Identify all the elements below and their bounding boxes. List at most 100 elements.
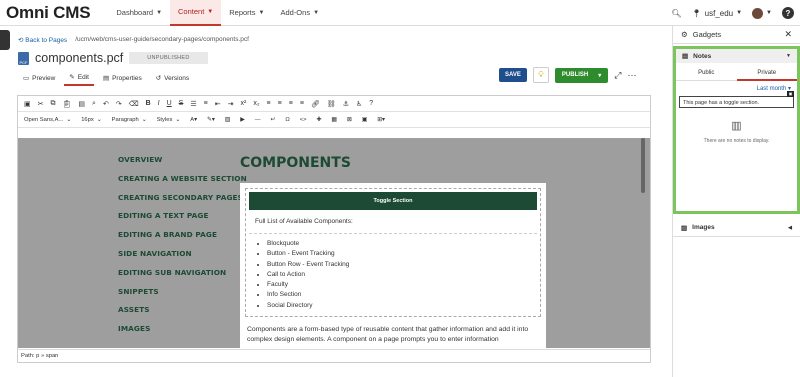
block-format-value: Paragraph [111,116,139,123]
help-icon[interactable]: ? [369,100,373,107]
close-icon[interactable]: ✕ [784,29,792,40]
image-icon[interactable]: ▨ [225,117,230,123]
sidenav-item[interactable]: ASSETS [118,305,247,314]
tab-public[interactable]: Public [676,67,737,81]
special-char-icon[interactable]: Ω [285,117,289,123]
images-gadget-header[interactable]: ▨ Images ◀ [673,219,800,237]
sidenav-item[interactable]: CREATING A WEBSITE SECTION [118,174,247,183]
strikethrough-icon[interactable]: S [179,100,184,107]
sidenav-item[interactable]: EDITING SUB NAVIGATION [118,268,247,277]
unlink-icon[interactable]: ⛓ [327,100,336,108]
font-size-select[interactable]: 16px ⌄ [81,117,101,123]
save-button[interactable]: SAVE [499,68,527,82]
italic-icon[interactable]: I [158,100,160,107]
media-icon[interactable]: ▶ [240,117,244,123]
list-item: Info Section [267,290,531,300]
back-to-pages-link[interactable]: ⟲ Back to Pages [18,36,67,44]
numbered-list-icon[interactable]: ≡ [204,100,208,107]
block-format-select[interactable]: Paragraph ⌄ [112,117,147,123]
site-selector[interactable]: 📍︎ usf_edu ▼ [691,9,742,18]
subscript-icon[interactable]: x₂ [253,100,259,107]
tab-edit[interactable]: ✎ Edit [64,70,94,86]
align-center-icon[interactable]: ≡ [278,100,282,107]
nav-dashboard-label: Dashboard [116,8,154,17]
tab-versions[interactable]: ↺ Versions [151,70,194,86]
list-item: Blockquote [267,239,531,249]
sidenav-item[interactable]: OVERVIEW [118,155,247,164]
publish-button[interactable]: PUBLISH ▾ [554,67,609,83]
help-icon[interactable]: ? [782,7,794,19]
search-icon[interactable]: 🔍︎ [671,9,681,18]
toggle-heading[interactable]: Toggle Section [249,192,537,210]
notes-gadget: ▤ Notes ▼ Public Private Last month ▾ Th… [673,46,800,214]
left-panel-toggle[interactable] [0,30,10,50]
paste-icon[interactable]: 📋︎ [63,100,72,108]
app-logo[interactable]: Omni CMS [6,3,91,23]
styles-select[interactable]: Styles ⌄ [157,117,181,123]
highlight-icon[interactable]: ✎▾ [207,117,215,123]
more-icon[interactable]: ⋯ [627,70,636,81]
sidenav-item[interactable]: EDITING A BRAND PAGE [118,230,247,239]
topbar-right: 🔍︎ 📍︎ usf_edu ▼ ▼ ? [671,0,794,26]
paste-text-icon[interactable]: ▤ [78,100,85,108]
sidenav-item[interactable]: EDITING A TEXT PAGE [118,211,247,220]
superscript-icon[interactable]: x² [240,100,246,107]
sidenav-item[interactable]: SIDE NAVIGATION [118,249,247,258]
component-icon[interactable]: ✚ [317,117,322,123]
link-icon[interactable]: 🔗︎ [311,100,320,108]
accessibility-icon[interactable]: ♿︎ [356,100,362,108]
clear-format-icon[interactable]: ⌫ [129,100,139,108]
text-color-icon[interactable]: A▾ [190,117,197,123]
date-filter[interactable]: Last month ▾ [676,81,797,92]
nav-addons[interactable]: Add-Ons ▼ [272,0,327,26]
nav-dashboard[interactable]: Dashboard ▼ [108,0,170,26]
chevron-down-icon: ▼ [258,9,265,16]
body-paragraph: Components are a form-based type of reus… [247,326,529,344]
nav-reports[interactable]: Reports ▼ [221,0,272,26]
cut-icon[interactable]: ✂ [38,100,44,108]
align-left-icon[interactable]: ≡ [267,100,271,107]
line-break-icon[interactable]: ↵ [271,117,276,123]
source-code-icon[interactable]: <> [300,117,307,123]
note-input[interactable]: This page has a toggle section. ▣ [679,91,794,108]
tab-properties[interactable]: ▤ Properties [98,70,147,86]
nav-content[interactable]: Content ▼ [170,0,222,26]
lightbulb-icon[interactable]: 💡︎ [532,67,549,83]
anchor-icon[interactable]: ⚓︎ [343,100,349,108]
tab-preview[interactable]: ▭ Preview [18,70,60,86]
font-family-select[interactable]: Open Sans,A... ⌄ [24,117,71,123]
tab-private[interactable]: Private [736,67,797,81]
save-note-icon[interactable]: ▣ [787,91,794,97]
expand-icon[interactable]: ⤢ [614,70,621,81]
editor-scrollbar[interactable] [641,138,645,193]
caret-down-icon: ▼ [786,53,791,59]
user-menu[interactable]: ▼ [752,7,772,19]
editor-canvas[interactable]: OVERVIEW CREATING A WEBSITE SECTION CREA… [18,138,650,348]
redo-icon[interactable]: ↷ [116,100,122,108]
table-icon[interactable]: ⊞▾ [377,117,385,123]
notes-icon: ▤ [682,53,689,60]
monitor-icon: ▭ [23,75,30,82]
sidenav-item[interactable]: CREATING SECONDARY PAGES [118,193,247,202]
asset-icon[interactable]: ⊠ [347,117,352,123]
indent-decrease-icon[interactable]: ⇤ [215,100,221,108]
bold-icon[interactable]: B [146,100,151,107]
sidenav-item[interactable]: IMAGES [118,324,247,333]
align-justify-icon[interactable]: ≡ [300,100,304,107]
save-icon[interactable]: ▣ [24,100,31,108]
snippet-icon[interactable]: ▦ [331,117,336,123]
undo-icon[interactable]: ↶ [103,100,109,108]
toggle-section[interactable]: Toggle Section Full List of Available Co… [245,188,541,318]
copy-icon[interactable]: ⧉ [51,100,56,108]
align-right-icon[interactable]: ≡ [289,100,293,107]
horizontal-rule-icon[interactable]: — [255,117,261,123]
notes-header[interactable]: ▤ Notes ▼ [676,49,797,63]
images-title: Images [692,224,715,231]
underline-icon[interactable]: U [167,100,172,107]
gallery-icon[interactable]: ▣ [362,117,367,123]
bullet-list-icon[interactable]: ☰ [190,100,196,108]
editor-toolbar-row-1: ▣ ✂ ⧉ 📋︎ ▤ ⌕ ↶ ↷ ⌫ B I U S ☰ ≡ ⇤ ⇥ x² x₂… [18,96,650,112]
sidenav-item[interactable]: SNIPPETS [118,287,247,296]
indent-increase-icon[interactable]: ⇥ [228,100,234,108]
find-icon[interactable]: ⌕ [92,100,96,108]
